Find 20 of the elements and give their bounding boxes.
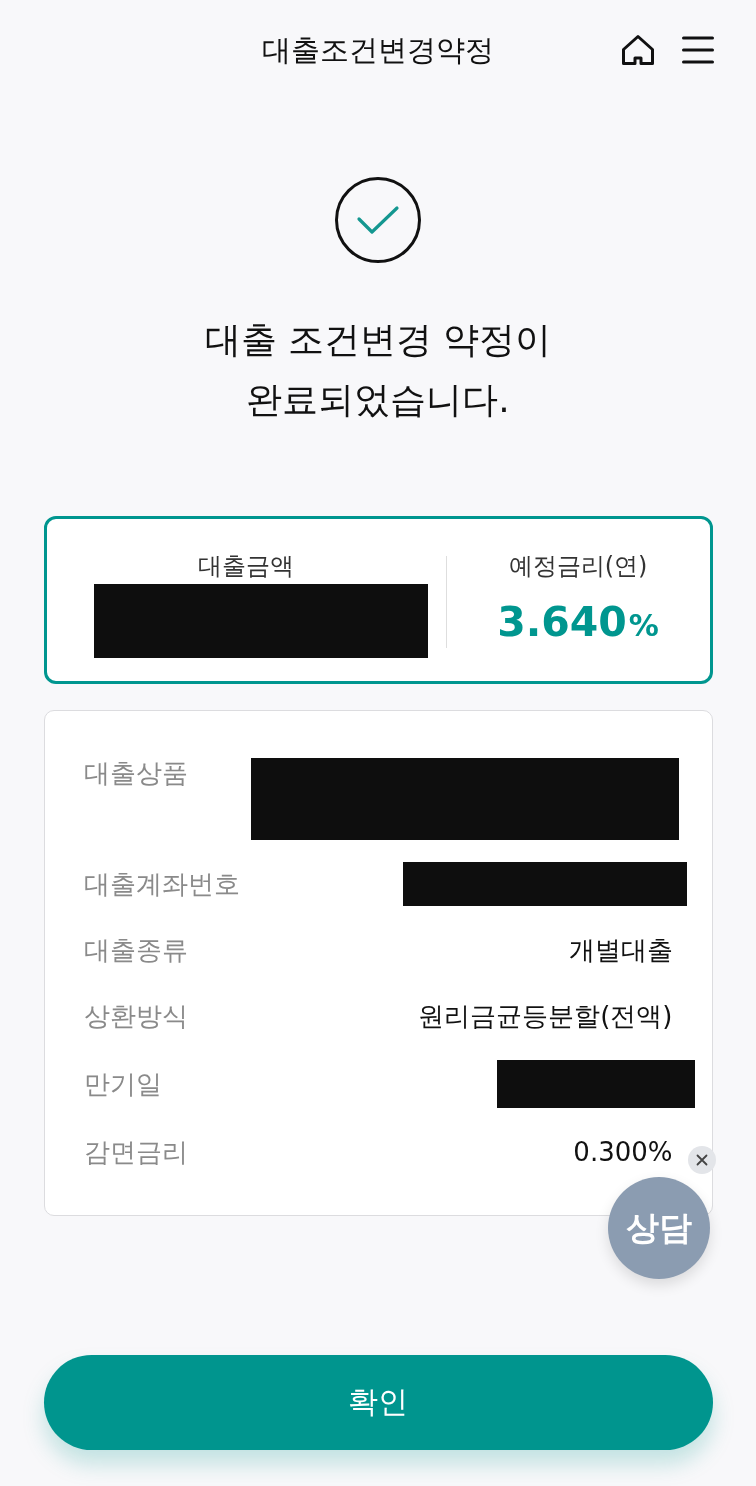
rate-value: 3.640% — [497, 597, 659, 648]
detail-value: 0.300% — [573, 1137, 673, 1167]
page-title: 대출조건변경약정 — [262, 32, 494, 69]
detail-label: 대출상품 — [83, 758, 188, 788]
completion-message: 대출 조건변경 약정이 완료되었습니다. — [204, 318, 552, 422]
home-icon[interactable] — [621, 34, 655, 66]
check-circle-icon — [335, 177, 421, 263]
detail-label: 감면금리 — [83, 1137, 188, 1167]
detail-value: 개별대출 — [568, 935, 673, 965]
confirm-button[interactable]: 확인 — [43, 1355, 713, 1450]
consult-button[interactable]: 상담 — [608, 1177, 710, 1279]
detail-label: 만기일 — [83, 1069, 162, 1099]
summary-label: 예정금리(연) — [508, 551, 648, 581]
detail-value: 원리금균등분할(전액) — [418, 1001, 673, 1031]
menu-icon[interactable] — [682, 36, 714, 64]
detail-label: 상환방식 — [83, 1001, 188, 1031]
summary-label: 대출금액 — [198, 551, 294, 581]
close-icon[interactable] — [688, 1146, 716, 1174]
detail-label: 대출계좌번호 — [83, 869, 240, 899]
detail-label: 대출종류 — [83, 935, 188, 965]
